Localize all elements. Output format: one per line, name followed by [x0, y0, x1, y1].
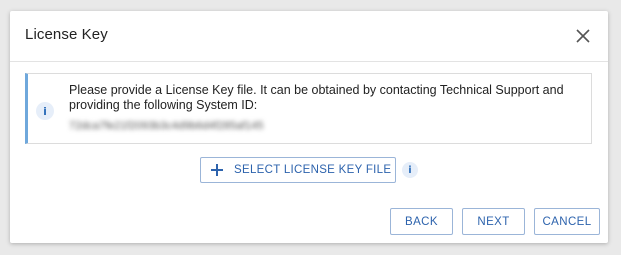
dialog-header: License Key: [10, 11, 608, 62]
dialog-title: License Key: [25, 26, 108, 43]
system-id-value: 72dca7fe21f2093b3c4d9b6d4f285af145: [69, 120, 264, 132]
back-button[interactable]: BACK: [390, 208, 453, 235]
next-button[interactable]: NEXT: [462, 208, 525, 235]
select-license-key-file-button[interactable]: SELECT LICENSE KEY FILE: [200, 157, 396, 183]
select-license-key-file-label: SELECT LICENSE KEY FILE: [234, 164, 392, 176]
info-message-text: Please provide a License Key file. It ca…: [69, 83, 564, 112]
info-message-box: i Please provide a License Key file. It …: [25, 73, 592, 144]
license-key-dialog: License Key i Please provide a License K…: [10, 11, 608, 243]
cancel-button[interactable]: CANCEL: [534, 208, 600, 235]
info-icon: i: [36, 102, 54, 120]
close-icon[interactable]: [572, 25, 594, 47]
info-icon[interactable]: i: [402, 162, 418, 178]
plus-icon: [210, 163, 224, 177]
